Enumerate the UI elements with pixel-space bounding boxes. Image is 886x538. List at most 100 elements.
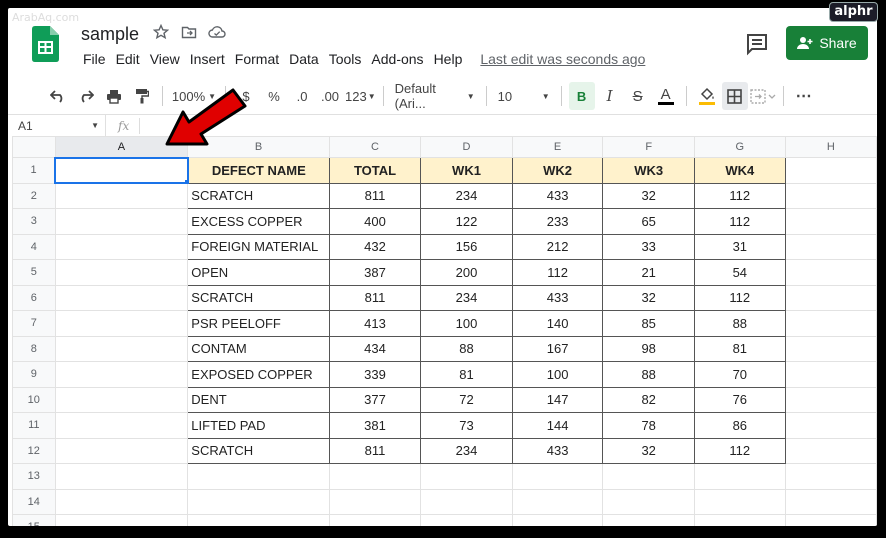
row-header[interactable]: 10: [12, 386, 56, 413]
borders-icon[interactable]: [721, 82, 748, 110]
cell[interactable]: 147: [511, 386, 604, 413]
cell[interactable]: WK2: [511, 157, 604, 184]
cell[interactable]: 432: [328, 233, 422, 260]
active-cell[interactable]: [54, 156, 189, 184]
row-header[interactable]: 3: [12, 208, 56, 235]
cell[interactable]: 33: [602, 233, 695, 260]
cell[interactable]: TOTAL: [328, 157, 422, 184]
cell[interactable]: 413: [328, 310, 422, 337]
italic-button[interactable]: I: [597, 82, 623, 110]
cell[interactable]: 167: [511, 335, 604, 362]
more-options-icon[interactable]: ⋯: [791, 82, 817, 110]
cell[interactable]: 112: [693, 437, 786, 464]
column-header-d[interactable]: D: [420, 136, 513, 158]
cell[interactable]: [54, 386, 189, 413]
menu-insert[interactable]: Insert: [185, 50, 230, 68]
row-header[interactable]: 1: [12, 157, 56, 184]
cell[interactable]: [784, 259, 877, 286]
cell[interactable]: 400: [328, 208, 422, 235]
cell[interactable]: [328, 488, 422, 515]
cell[interactable]: 65: [602, 208, 695, 235]
percent-format-button[interactable]: %: [261, 82, 287, 110]
cell[interactable]: 122: [420, 208, 513, 235]
cell[interactable]: 234: [420, 437, 513, 464]
cell[interactable]: [784, 233, 877, 260]
cell[interactable]: 140: [511, 310, 604, 337]
cell[interactable]: 82: [602, 386, 695, 413]
cell[interactable]: 200: [420, 259, 513, 286]
cell[interactable]: SCRATCH: [187, 284, 330, 311]
cell[interactable]: [784, 386, 877, 413]
cell[interactable]: 234: [420, 284, 513, 311]
cell[interactable]: 88: [602, 361, 695, 388]
cell[interactable]: 433: [511, 437, 604, 464]
cell[interactable]: [328, 514, 422, 526]
menu-format[interactable]: Format: [230, 50, 284, 68]
menu-view[interactable]: View: [145, 50, 185, 68]
cell[interactable]: 76: [693, 386, 786, 413]
cell[interactable]: 54: [693, 259, 786, 286]
cell[interactable]: [54, 437, 189, 464]
merge-cells-icon[interactable]: [749, 82, 776, 110]
cell[interactable]: 21: [602, 259, 695, 286]
cell[interactable]: LIFTED PAD: [187, 412, 330, 439]
print-icon[interactable]: [101, 82, 127, 110]
cell[interactable]: 81: [693, 335, 786, 362]
cell[interactable]: [511, 514, 604, 526]
cell[interactable]: DENT: [187, 386, 330, 413]
cell[interactable]: 86: [693, 412, 786, 439]
cell[interactable]: SCRATCH: [187, 437, 330, 464]
cell[interactable]: [54, 463, 189, 490]
cell[interactable]: 100: [420, 310, 513, 337]
cell[interactable]: 85: [602, 310, 695, 337]
cell[interactable]: 433: [511, 284, 604, 311]
cell[interactable]: [784, 437, 877, 464]
cell[interactable]: PSR PEELOFF: [187, 310, 330, 337]
row-header[interactable]: 14: [12, 488, 56, 515]
cell[interactable]: 811: [328, 182, 422, 209]
cell[interactable]: EXCESS COPPER: [187, 208, 330, 235]
cell[interactable]: 433: [511, 182, 604, 209]
cell[interactable]: [54, 488, 189, 515]
cell[interactable]: EXPOSED COPPER: [187, 361, 330, 388]
column-header-e[interactable]: E: [511, 136, 604, 158]
share-button[interactable]: Share: [786, 26, 868, 60]
cell[interactable]: 112: [693, 182, 786, 209]
cell[interactable]: 339: [328, 361, 422, 388]
cell[interactable]: [784, 208, 877, 235]
cell[interactable]: [784, 182, 877, 209]
row-header[interactable]: 4: [12, 233, 56, 260]
cell[interactable]: [54, 259, 189, 286]
cell[interactable]: [784, 488, 877, 515]
cell[interactable]: OPEN: [187, 259, 330, 286]
row-header[interactable]: 9: [12, 361, 56, 388]
column-header-h[interactable]: H: [784, 136, 877, 158]
cell[interactable]: 434: [328, 335, 422, 362]
column-header-c[interactable]: C: [328, 136, 422, 158]
cell[interactable]: 112: [511, 259, 604, 286]
row-header[interactable]: 2: [12, 182, 56, 209]
increase-decimal-button[interactable]: .00: [317, 82, 343, 110]
paint-format-icon[interactable]: [129, 82, 155, 110]
row-header[interactable]: 6: [12, 284, 56, 311]
document-title[interactable]: sample: [81, 24, 139, 45]
cell[interactable]: [784, 284, 877, 311]
menu-help[interactable]: Help: [429, 50, 468, 68]
cell[interactable]: [54, 284, 189, 311]
cell[interactable]: [784, 514, 877, 526]
menu-data[interactable]: Data: [284, 50, 324, 68]
cell[interactable]: 78: [602, 412, 695, 439]
row-header[interactable]: 11: [12, 412, 56, 439]
cell[interactable]: [784, 463, 877, 490]
cell[interactable]: [54, 514, 189, 526]
cell[interactable]: 73: [420, 412, 513, 439]
cell[interactable]: 32: [602, 437, 695, 464]
cell[interactable]: [187, 463, 330, 490]
cell[interactable]: [784, 157, 877, 184]
cell[interactable]: [693, 463, 786, 490]
cell[interactable]: 32: [602, 284, 695, 311]
cell[interactable]: [187, 514, 330, 526]
cell[interactable]: [54, 208, 189, 235]
cell[interactable]: 98: [602, 335, 695, 362]
cell[interactable]: [784, 361, 877, 388]
